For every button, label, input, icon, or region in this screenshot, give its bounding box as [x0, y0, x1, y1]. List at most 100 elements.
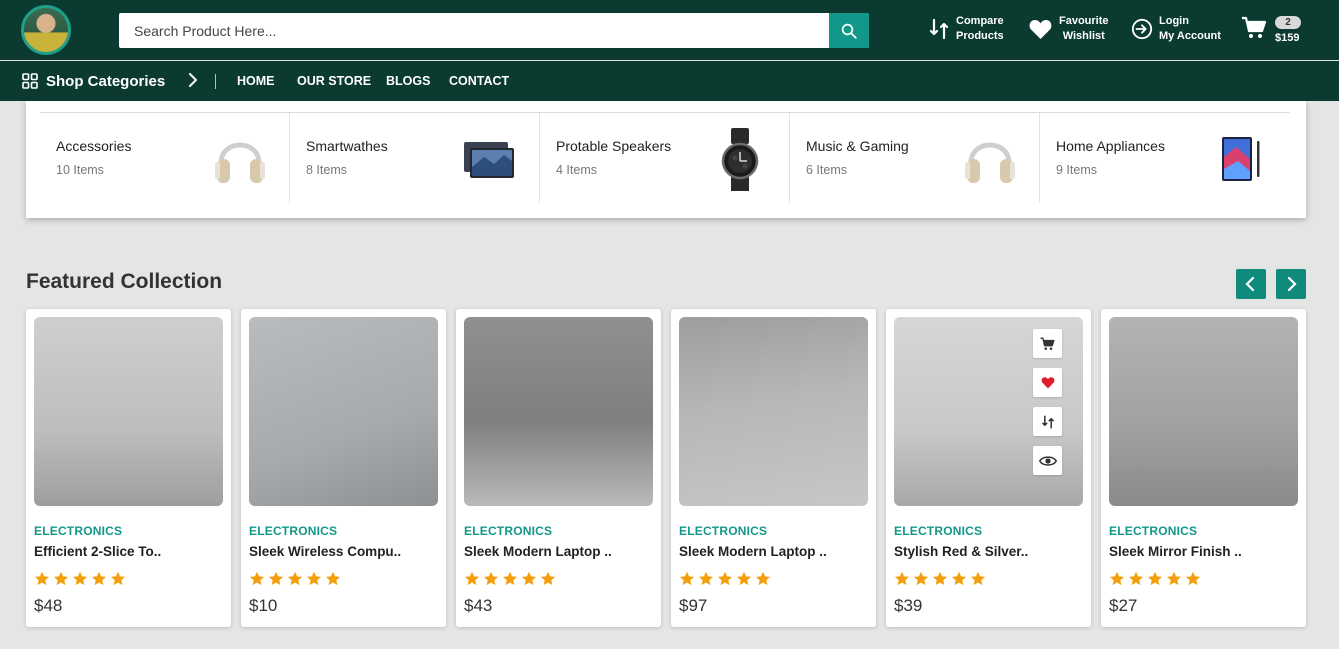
search-button[interactable]: [829, 13, 869, 48]
cart-link[interactable]: [1241, 16, 1267, 45]
product-price: $48: [34, 596, 63, 615]
rating-stars: [464, 571, 556, 586]
carousel-prev-button[interactable]: [1236, 269, 1266, 299]
shop-categories-label: Shop Categories: [46, 72, 166, 90]
category-count: 8 Items: [306, 163, 347, 177]
star-icon: [951, 571, 967, 586]
compare-icon: [929, 18, 949, 40]
rating-stars: [249, 571, 341, 586]
product-card[interactable]: ELECTRONICS Efficient 2-Slice To.. $48: [26, 309, 231, 627]
headphones-icon: [965, 142, 1015, 183]
rating-stars: [1109, 571, 1201, 586]
add-to-cart-button[interactable]: [1033, 329, 1062, 358]
nav-blogs[interactable]: BLOGS: [386, 61, 430, 101]
cart-total: $159: [1275, 32, 1300, 44]
nav-contact[interactable]: CONTACT: [449, 61, 509, 101]
chevron-left-icon: [1245, 277, 1255, 291]
rating-stars: [679, 571, 771, 586]
star-icon: [540, 571, 556, 586]
star-icon: [502, 571, 518, 586]
quick-view-button[interactable]: [1033, 446, 1062, 475]
product-card[interactable]: ELECTRONICS Sleek Mirror Finish .. $27: [1101, 309, 1306, 627]
category-count: 6 Items: [806, 163, 847, 177]
chevron-right-icon[interactable]: [188, 73, 198, 91]
product-card[interactable]: ELECTRONICS Stylish Red & Silver.. $39: [886, 309, 1091, 627]
product-actions: [1033, 329, 1062, 475]
star-icon: [306, 571, 322, 586]
star-icon: [1166, 571, 1182, 586]
product-name: Sleek Wireless Compu..: [249, 544, 402, 559]
product-category: ELECTRONICS: [249, 524, 338, 538]
category-name: Accessories: [56, 138, 132, 154]
star-icon: [91, 571, 107, 586]
compare-line2: Products: [956, 30, 1004, 42]
product-card[interactable]: ELECTRONICS Sleek Modern Laptop .. $97: [671, 309, 876, 627]
tablet-icon: [1222, 137, 1260, 181]
avatar[interactable]: [21, 5, 71, 55]
category-name: Home Appliances: [1056, 138, 1165, 154]
star-icon: [698, 571, 714, 586]
product-image: [679, 317, 868, 506]
tablet-icon: [464, 142, 514, 178]
heart-icon: [1029, 20, 1052, 39]
compare-products-link[interactable]: Compare Products: [928, 14, 1004, 44]
category-item[interactable]: Protable Speakers 4 Items: [540, 113, 790, 203]
login-account-link[interactable]: Login My Account: [1131, 14, 1221, 44]
compare-icon: [1041, 415, 1054, 428]
category-name: Protable Speakers: [556, 138, 672, 154]
star-icon: [72, 571, 88, 586]
shop-categories-button[interactable]: Shop Categories: [22, 61, 165, 101]
category-item[interactable]: Smartwathes 8 Items: [290, 113, 540, 203]
category-item[interactable]: Music & Gaming 6 Items: [790, 113, 1040, 203]
cart-icon: [1242, 16, 1267, 38]
star-icon: [1128, 571, 1144, 586]
category-item[interactable]: Accessories 10 Items: [40, 113, 290, 203]
favourite-wishlist-link[interactable]: Favourite Wishlist: [1028, 14, 1109, 44]
product-price: $43: [464, 596, 493, 615]
star-icon: [1109, 571, 1125, 586]
account-line1: Login: [1159, 15, 1189, 27]
star-icon: [483, 571, 499, 586]
product-price: $27: [1109, 596, 1138, 615]
star-icon: [464, 571, 480, 586]
top-header: Compare Products Favourite Wishlist Login M…: [0, 0, 1339, 60]
star-icon: [53, 571, 69, 586]
category-item[interactable]: Home Appliances 9 Items: [1040, 113, 1290, 203]
nav-our-store[interactable]: OUR STORE: [297, 61, 371, 101]
rating-stars: [894, 571, 986, 586]
star-icon: [970, 571, 986, 586]
login-icon: [1131, 18, 1153, 40]
carousel-next-button[interactable]: [1276, 269, 1306, 299]
product-image: [1109, 317, 1298, 506]
grid-icon: [22, 73, 38, 89]
product-card[interactable]: ELECTRONICS Sleek Wireless Compu.. $10: [241, 309, 446, 627]
heart-icon: [1041, 377, 1054, 389]
product-name: Sleek Modern Laptop ..: [679, 544, 827, 559]
star-icon: [34, 571, 50, 586]
compare-button[interactable]: [1033, 407, 1062, 436]
cart-icon: [1040, 337, 1055, 350]
nav-home[interactable]: HOME: [237, 61, 275, 101]
star-icon: [913, 571, 929, 586]
star-icon: [679, 571, 695, 586]
product-card[interactable]: ELECTRONICS Sleek Modern Laptop .. $43: [456, 309, 661, 627]
product-price: $10: [249, 596, 278, 615]
star-icon: [521, 571, 537, 586]
category-count: 4 Items: [556, 163, 597, 177]
star-icon: [894, 571, 910, 586]
search-input[interactable]: [119, 13, 829, 48]
star-icon: [1185, 571, 1201, 586]
add-to-wishlist-button[interactable]: [1033, 368, 1062, 397]
product-category: ELECTRONICS: [679, 524, 768, 538]
star-icon: [325, 571, 341, 586]
category-count: 9 Items: [1056, 163, 1097, 177]
star-icon: [1147, 571, 1163, 586]
star-icon: [249, 571, 265, 586]
star-icon: [287, 571, 303, 586]
product-name: Stylish Red & Silver..: [894, 544, 1029, 559]
product-price: $97: [679, 596, 708, 615]
watch-icon: [721, 128, 759, 191]
product-name: Efficient 2-Slice To..: [34, 544, 162, 559]
compare-line1: Compare: [956, 15, 1004, 27]
product-category: ELECTRONICS: [894, 524, 983, 538]
